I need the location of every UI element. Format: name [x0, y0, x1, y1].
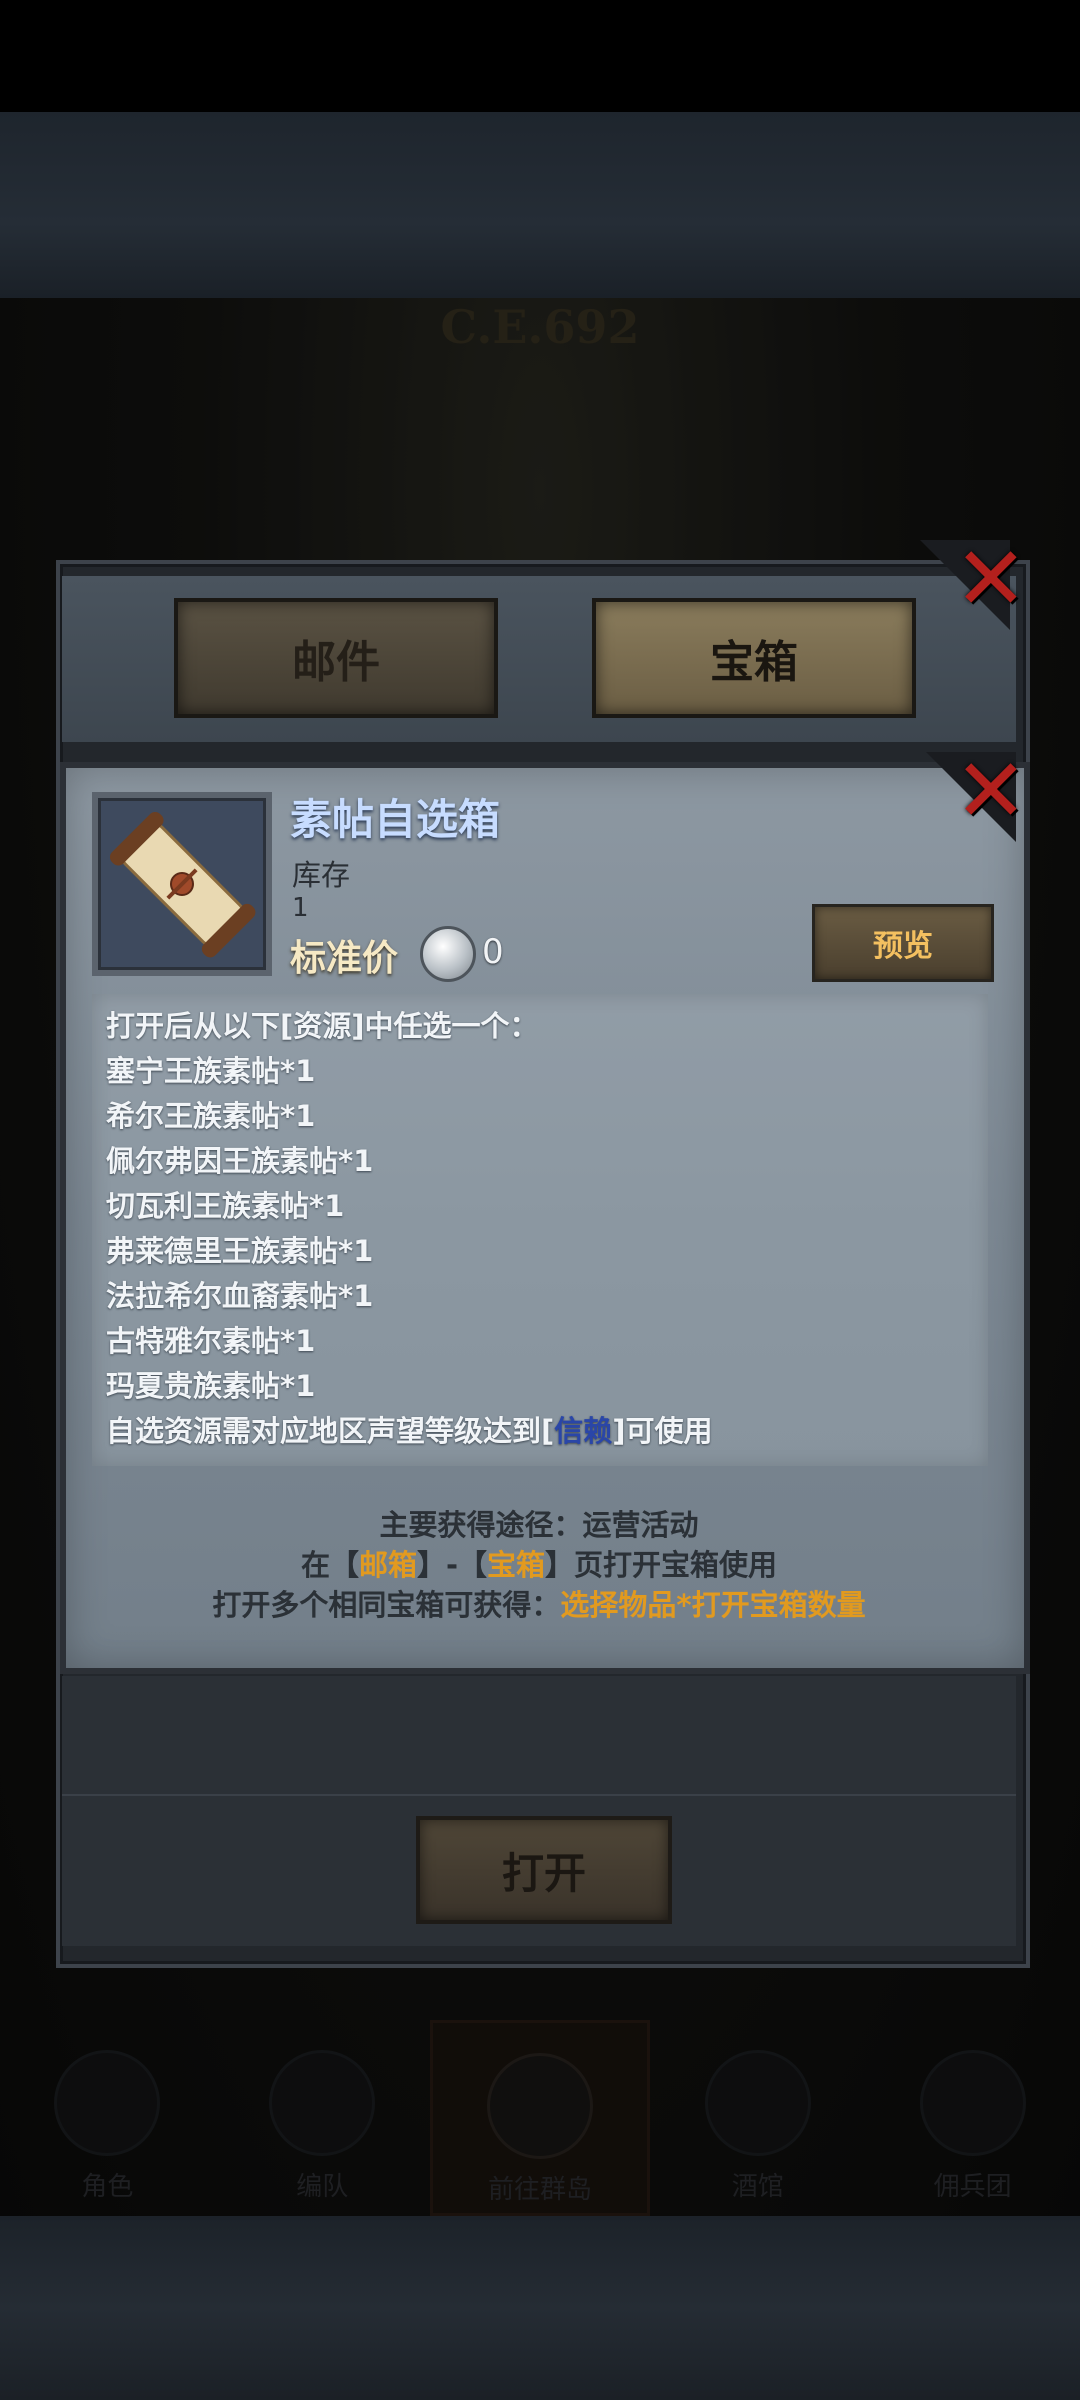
source-line-2: 在【邮箱】-【宝箱】页打开宝箱使用 — [60, 1545, 1018, 1585]
option-item: 希尔王族素帖*1 — [106, 1099, 316, 1133]
requirement-line: 自选资源需对应地区声望等级达到[信赖]可使用 — [106, 1409, 966, 1454]
close-detail-icon[interactable]: ✕ — [954, 747, 1028, 835]
option-item: 弗莱德里王族素帖*1 — [106, 1234, 374, 1268]
source-info: 主要获得途径：运营活动 在【邮箱】-【宝箱】页打开宝箱使用 打开多个相同宝箱可获… — [60, 1505, 1018, 1625]
scroll-icon — [109, 811, 256, 958]
option-item: 塞宁王族素帖*1 — [106, 1054, 316, 1088]
option-item: 古特雅尔素帖*1 — [106, 1324, 316, 1358]
mailbox-highlight: 邮箱 — [358, 1548, 417, 1582]
tab-chest[interactable]: 宝箱 — [592, 598, 916, 718]
option-item: 佩尔弗因王族素帖*1 — [106, 1144, 374, 1178]
source-text: 】-【 — [416, 1548, 488, 1582]
preview-button[interactable]: 预览 — [812, 904, 994, 982]
source-text: 】页打开宝箱使用 — [545, 1548, 778, 1582]
top-texture-band — [0, 112, 1080, 298]
requirement-suffix: ]可使用 — [612, 1414, 713, 1448]
source-text: 在【 — [300, 1548, 359, 1582]
chest-highlight: 宝箱 — [487, 1548, 546, 1582]
stock-label: 库存 — [292, 858, 351, 892]
requirement-prefix: 自选资源需对应地区声望等级达到[ — [106, 1414, 555, 1448]
price-value: 0 — [482, 932, 504, 972]
bottom-texture-band — [0, 2216, 1080, 2400]
option-item: 切瓦利王族素帖*1 — [106, 1189, 345, 1223]
close-icon[interactable]: ✕ — [954, 535, 1028, 623]
option-item: 玛夏贵族素帖*1 — [106, 1369, 316, 1403]
silver-coin-icon — [420, 926, 476, 982]
tab-mail[interactable]: 邮件 — [174, 598, 498, 718]
price-label: 标准价 — [290, 938, 399, 979]
requirement-highlight: 信赖 — [554, 1414, 613, 1448]
stock-value: 1 — [292, 893, 309, 923]
option-item: 法拉希尔血裔素帖*1 — [106, 1279, 374, 1313]
top-black-band — [0, 0, 1080, 112]
source-line-3: 打开多个相同宝箱可获得：选择物品*打开宝箱数量 — [60, 1585, 1018, 1625]
description-text: 打开后从以下[资源]中任选一个： 塞宁王族素帖*1 希尔王族素帖*1 佩尔弗因王… — [106, 1004, 966, 1454]
formula-highlight: 选择物品*打开宝箱数量 — [560, 1588, 866, 1622]
item-title: 素帖自选箱 — [290, 795, 501, 844]
description-intro: 打开后从以下[资源]中任选一个： — [106, 1009, 539, 1043]
divider — [62, 1794, 1016, 1796]
source-text: 打开多个相同宝箱可获得： — [212, 1588, 561, 1622]
source-line-1: 主要获得途径：运营活动 — [379, 1508, 699, 1542]
item-icon-frame — [92, 792, 272, 976]
open-button[interactable]: 打开 — [416, 1816, 672, 1924]
